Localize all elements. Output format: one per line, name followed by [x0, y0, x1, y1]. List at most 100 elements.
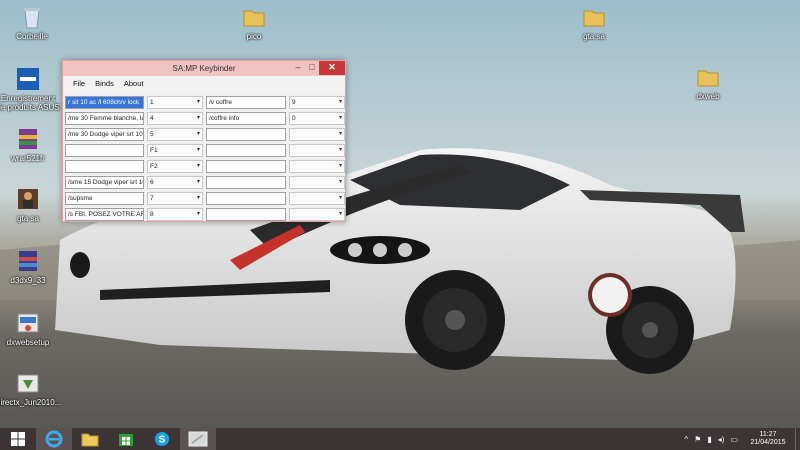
desktop-icon-pico[interactable]: pico	[222, 4, 286, 41]
key-select[interactable]: ▾	[289, 127, 345, 141]
key-select[interactable]: ▾	[289, 175, 345, 189]
window-titlebar[interactable]: SA:MP Keybinder – □ ✕	[63, 61, 345, 76]
tray-expand-icon[interactable]: ^	[684, 435, 688, 444]
bind-text-input[interactable]	[206, 143, 286, 157]
key-select[interactable]: 9 ▾	[289, 95, 345, 109]
key-select-value: 6	[150, 178, 154, 186]
taskbar-clock[interactable]: 11:27 21/04/2015	[745, 431, 791, 447]
desktop-icon-label: pico	[246, 32, 262, 41]
menu-file[interactable]: File	[68, 76, 90, 91]
desktop-icon-label: wrar521fr	[11, 154, 45, 163]
key-select[interactable]: ▾	[289, 191, 345, 205]
bind-text-input[interactable]	[206, 159, 286, 173]
chevron-down-icon: ▾	[196, 178, 200, 185]
action-center-flag-icon[interactable]: ⚑	[694, 435, 701, 444]
taskbar: S ^ ⚑ ▮ ◂) ▭ 11:27 21/04/2015	[0, 428, 800, 450]
binds-panel: r sit 10 ac /l 608ch/v lock 1 ▾ /v coffre…	[63, 91, 345, 221]
chevron-down-icon: ▾	[196, 98, 200, 105]
bind-row: /s FBI, POSEZ VOTRE AR 8 ▾ ▾	[65, 206, 345, 222]
key-select[interactable]: ▾	[289, 207, 345, 221]
key-select-value: 9	[292, 98, 296, 106]
key-select[interactable]: 6 ▾	[147, 175, 203, 189]
chevron-down-icon: ▾	[196, 114, 200, 121]
key-select[interactable]: 5 ▾	[147, 127, 203, 141]
bind-text-input[interactable]	[206, 175, 286, 189]
bind-text-input[interactable]: /supsme	[65, 191, 144, 205]
menu-about[interactable]: About	[119, 76, 149, 91]
key-select[interactable]: ▾	[289, 143, 345, 157]
bind-row: r sit 10 ac /l 608ch/v lock 1 ▾ /v coffre…	[65, 94, 345, 110]
bind-text-input[interactable]: /s FBI, POSEZ VOTRE AR	[65, 207, 144, 221]
chevron-down-icon: ▾	[196, 194, 200, 201]
desktop-icon-directx[interactable]: directx_Jun2010...	[0, 370, 62, 407]
chevron-down-icon: ▾	[338, 178, 342, 185]
clock-time: 11:27	[759, 431, 777, 438]
winrar-archive-icon	[19, 251, 37, 271]
key-select[interactable]: 0 ▾	[289, 111, 345, 125]
desktop-icon-recycle-bin[interactable]: Corbeille	[0, 4, 64, 41]
taskbar-file-explorer[interactable]	[72, 428, 108, 450]
key-select[interactable]: 4 ▾	[147, 111, 203, 125]
folder-icon	[243, 10, 265, 27]
bind-row: /me 30 Dodge viper srt 10 - 5 ▾ ▾	[65, 126, 345, 142]
desktop-icon-dxwebsetup[interactable]: dxwebsetup	[0, 310, 60, 347]
bind-text-input[interactable]	[65, 159, 144, 173]
bind-text-input[interactable]: /me 30 Dodge viper srt 10 -	[65, 127, 144, 141]
desktop-icon-label: directx_Jun2010...	[0, 398, 62, 407]
desktop-icon-gta-sa[interactable]: gta sa	[0, 186, 60, 223]
volume-icon[interactable]: ◂)	[718, 435, 725, 444]
chevron-down-icon: ▾	[338, 146, 342, 153]
desktop-icon-asus-registration[interactable]: Enregistrement de produits ASUS	[0, 66, 60, 112]
key-select[interactable]: ▾	[289, 159, 345, 173]
menu-binds[interactable]: Binds	[90, 76, 119, 91]
keybinder-window: SA:MP Keybinder – □ ✕ File Binds About r…	[62, 60, 346, 222]
bind-text-input[interactable]	[65, 143, 144, 157]
bind-text-input[interactable]: r sit 10 ac /l 608ch/v lock	[65, 95, 144, 109]
bind-text-input[interactable]: /sme 15 Dodge viper srt 10	[65, 175, 144, 189]
start-button[interactable]	[0, 428, 36, 450]
key-select[interactable]: 7 ▾	[147, 191, 203, 205]
maximize-button[interactable]: □	[305, 61, 319, 75]
bind-row: /sme 15 Dodge viper srt 10 6 ▾ ▾	[65, 174, 345, 190]
desktop-icon-gta-sa-folder[interactable]: gta sa	[562, 4, 626, 41]
key-select-value: F2	[150, 162, 158, 170]
bind-text-input[interactable]: /coffre info	[206, 111, 286, 125]
file-explorer-icon	[81, 433, 99, 447]
skype-icon: S	[155, 432, 169, 446]
desktop-icon-d3dx9[interactable]: d3dx9_33	[0, 248, 60, 285]
chevron-down-icon: ▾	[196, 210, 200, 217]
taskbar-skype[interactable]: S	[144, 428, 180, 450]
taskbar-internet-explorer[interactable]	[36, 428, 72, 450]
folder-app-icon	[17, 374, 39, 393]
taskbar-store[interactable]	[108, 428, 144, 450]
show-desktop-button[interactable]	[795, 428, 800, 450]
bind-text-input[interactable]	[206, 191, 286, 205]
winrar-icon	[19, 129, 37, 149]
key-select[interactable]: F2 ▾	[147, 159, 203, 173]
menu-bar: File Binds About	[63, 76, 345, 91]
close-button[interactable]: ✕	[319, 61, 345, 75]
chevron-down-icon: ▾	[338, 210, 342, 217]
desktop-icon-dxweb[interactable]: dxweb	[676, 64, 740, 101]
network-icon[interactable]: ▮	[707, 435, 711, 444]
key-select[interactable]: 1 ▾	[147, 95, 203, 109]
clock-date: 21/04/2015	[750, 439, 786, 446]
key-select-value: 8	[150, 210, 154, 218]
desktop-icon-label: dxwebsetup	[6, 338, 50, 347]
bind-row: F1 ▾ ▾	[65, 142, 345, 158]
desktop-icon-winrar[interactable]: wrar521fr	[0, 126, 60, 163]
keyboard-icon[interactable]: ▭	[730, 435, 738, 444]
key-select[interactable]: 8 ▾	[147, 207, 203, 221]
bind-text-input[interactable]	[206, 127, 286, 141]
chevron-down-icon: ▾	[338, 194, 342, 201]
windows-logo-icon	[11, 432, 25, 446]
bind-text-input[interactable]: /me 30 Femme blanche, la	[65, 111, 144, 125]
store-icon	[119, 434, 133, 446]
bind-text-input[interactable]	[206, 207, 286, 221]
minimize-button[interactable]: –	[291, 61, 305, 75]
key-select[interactable]: F1 ▾	[147, 143, 203, 157]
chevron-down-icon: ▾	[196, 130, 200, 137]
taskbar-keybinder[interactable]	[180, 428, 216, 450]
chevron-down-icon: ▾	[338, 98, 342, 105]
bind-text-input[interactable]: /v coffre	[206, 95, 286, 109]
